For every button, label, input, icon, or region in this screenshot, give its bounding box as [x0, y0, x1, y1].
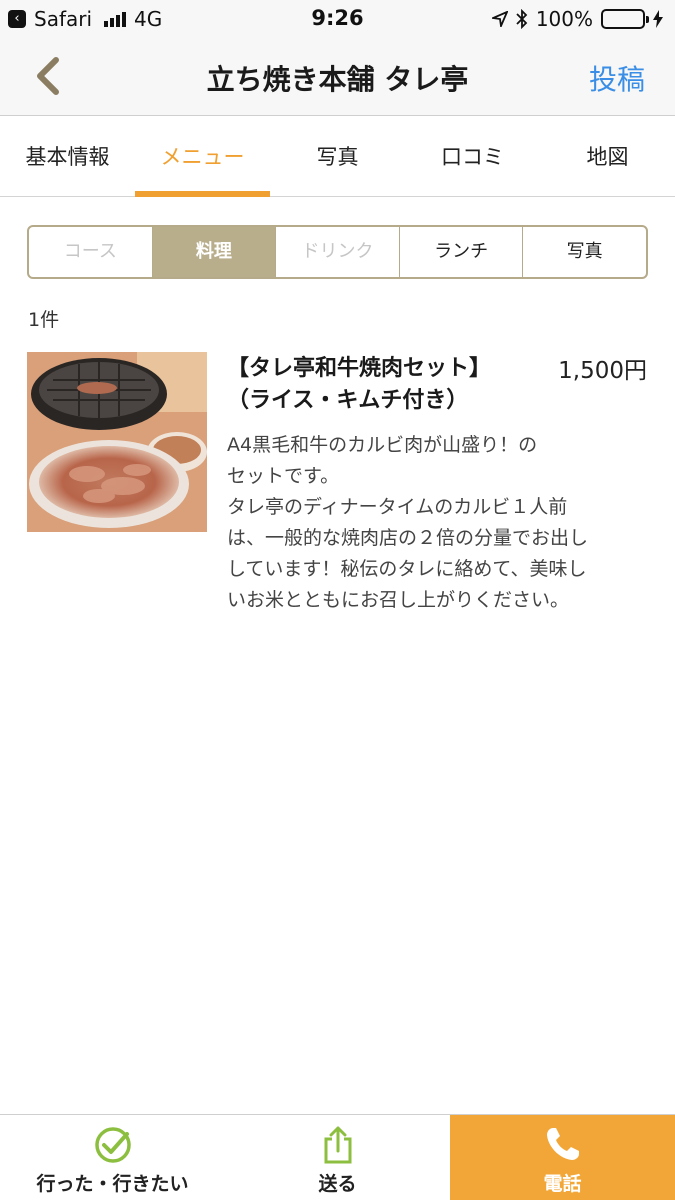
segment-lunch[interactable]: ランチ [400, 227, 524, 277]
yakiniku-photo-image [27, 352, 207, 532]
segment-photos[interactable]: 写真 [523, 227, 646, 277]
menu-item-name: 【タレ亭和牛焼肉セット】 （ライス・キムチ付き） [227, 356, 492, 413]
tab-photos[interactable]: 写真 [270, 117, 405, 196]
battery-percent: 100% [535, 7, 593, 31]
tab-map[interactable]: 地図 [540, 117, 675, 196]
check-circle-icon [94, 1127, 131, 1163]
tab-bar: 基本情報 メニュー 写真 口コミ 地図 [0, 117, 675, 197]
share-icon [324, 1126, 351, 1164]
tab-menu[interactable]: メニュー [135, 117, 270, 197]
segment-course: コース [29, 227, 153, 277]
call-button[interactable]: 電話 [450, 1115, 675, 1200]
status-bar-right: 100% [491, 7, 663, 31]
segment-drinks: ドリンク [276, 227, 400, 277]
send-label: 送る [318, 1173, 357, 1195]
charging-icon [653, 10, 663, 28]
menu-item-description: A4黒毛和牛のカルビ肉が山盛り！の セットです。 タレ亭のディナータイムのカルビ… [227, 434, 589, 611]
bluetooth-icon [516, 9, 528, 29]
send-button[interactable]: 送る [225, 1115, 450, 1200]
navigation-header: 立ち焼き本舗 タレ亭 投稿 [0, 38, 675, 116]
went-want-button[interactable]: 行った・行きたい [0, 1115, 225, 1200]
tab-reviews[interactable]: 口コミ [405, 117, 540, 196]
phone-icon [546, 1128, 579, 1160]
post-button[interactable]: 投稿 [589, 58, 645, 98]
battery-icon [601, 9, 649, 29]
went-want-label: 行った・行きたい [36, 1173, 189, 1195]
menu-item-photo[interactable] [27, 352, 207, 532]
result-count: 1件 [28, 309, 60, 331]
page-title: 立ち焼き本舗 タレ亭 [206, 63, 469, 96]
segment-dishes[interactable]: 料理 [152, 227, 277, 277]
menu-item-price: 1,500円 [558, 358, 647, 384]
menu-category-segment: コース 料理 ドリンク ランチ 写真 [27, 225, 648, 279]
tab-basic-info[interactable]: 基本情報 [0, 117, 135, 196]
location-icon [491, 11, 508, 27]
bottom-action-bar: 行った・行きたい 送る 電話 [0, 1114, 675, 1200]
status-bar: ‹ Safari 4G 9:26 100% [0, 0, 675, 38]
call-label: 電話 [543, 1173, 582, 1195]
